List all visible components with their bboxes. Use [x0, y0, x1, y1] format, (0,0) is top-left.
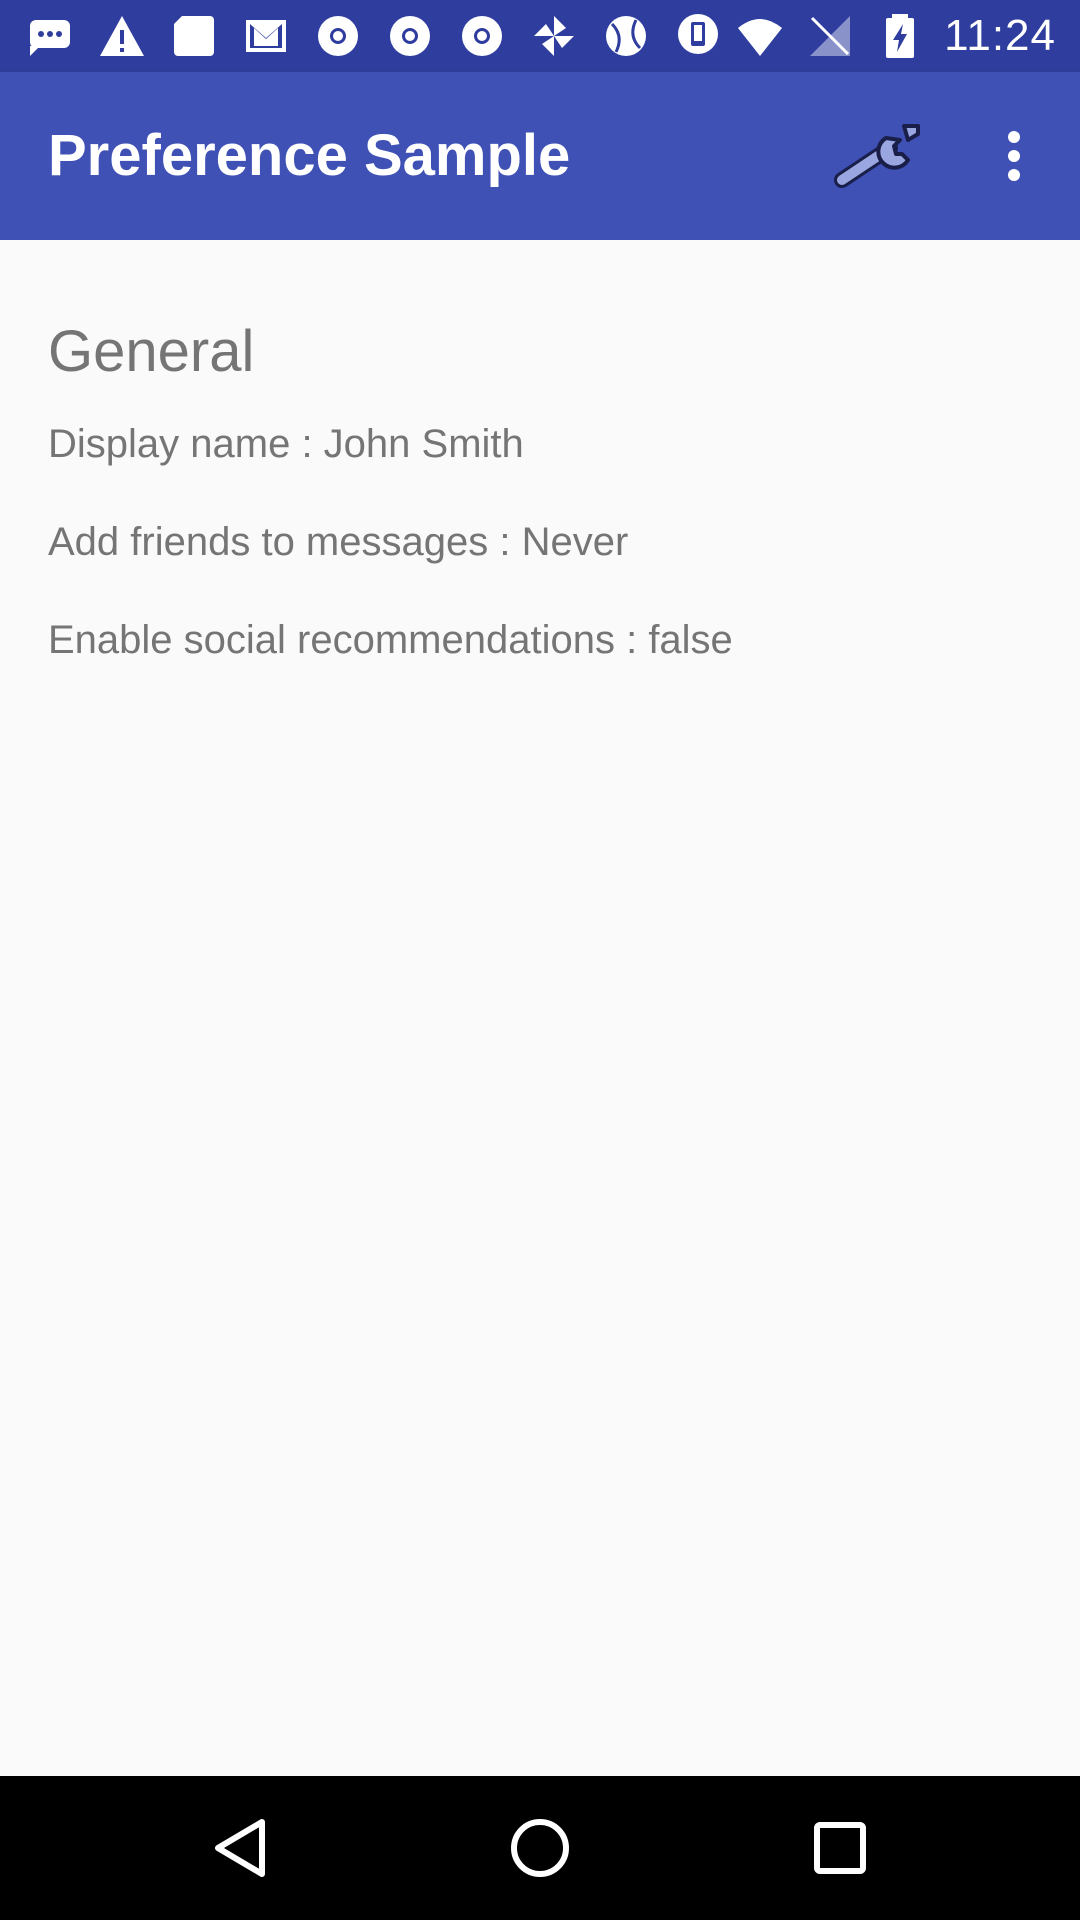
recents-button[interactable]: [790, 1798, 890, 1898]
chrome-icon: [456, 10, 508, 62]
pref-social-recommendations: Enable social recommendations : false: [48, 618, 733, 662]
pref-display-name: Display name : John Smith: [48, 422, 524, 466]
pref-add-friends: Add friends to messages : Never: [48, 520, 629, 564]
app-bar: Preference Sample: [0, 72, 1080, 240]
chrome-icon: [384, 10, 436, 62]
gmail-icon: [240, 10, 292, 62]
recents-icon: [814, 1822, 866, 1874]
wrench-icon: [834, 124, 920, 188]
pinwheel-icon: [528, 10, 580, 62]
overflow-menu-button[interactable]: [984, 112, 1044, 200]
home-button[interactable]: [490, 1798, 590, 1898]
chrome-icon: [312, 10, 364, 62]
content-area: General Display name : John Smith Add fr…: [0, 240, 1080, 1775]
ball-icon: [600, 10, 652, 62]
screen: 11:24 Preference Sample General Display …: [0, 0, 1080, 1920]
status-system-icons: 11:24: [734, 0, 1056, 72]
sd-card-icon: [168, 10, 220, 62]
app-title: Preference Sample: [48, 123, 571, 188]
battery-charging-icon: [874, 10, 926, 62]
back-button[interactable]: [190, 1798, 290, 1898]
status-bar: 11:24: [0, 0, 1080, 72]
navigation-bar: [0, 1776, 1080, 1920]
section-title: General: [48, 319, 255, 384]
wifi-icon: [734, 10, 786, 62]
status-notification-icons: [24, 10, 744, 62]
overflow-menu-icon: [1008, 131, 1020, 181]
settings-button[interactable]: [824, 112, 928, 200]
warning-icon: [96, 10, 148, 62]
device-icon: [672, 10, 724, 62]
sms-icon: [24, 10, 76, 62]
home-icon: [511, 1819, 569, 1877]
no-signal-icon: [804, 10, 856, 62]
back-icon: [215, 1819, 265, 1877]
status-clock: 11:24: [944, 11, 1056, 60]
